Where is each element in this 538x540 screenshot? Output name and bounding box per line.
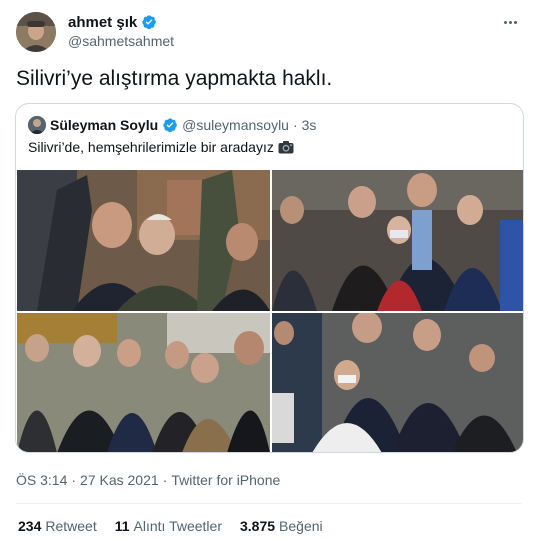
tweet: ahmet şık @sahmetsahmet Silivri’ye alışt…: [0, 0, 538, 540]
retweets-stat[interactable]: 234 Retweet: [18, 518, 97, 534]
retweets-label: Retweet: [45, 518, 97, 534]
tweet-stats: 234 Retweet 11 Alıntı Tweetler 3.875 Beğ…: [18, 518, 323, 534]
likes-label: Beğeni: [279, 518, 323, 534]
quoted-tweet-text: Silivri’de, hemşehrilerimizle bir araday…: [28, 139, 274, 155]
quoted-verified-badge-icon: [162, 117, 178, 133]
quote-tweets-count: 11: [114, 518, 130, 534]
retweets-count: 234: [18, 518, 42, 534]
quoted-photo-4[interactable]: [272, 313, 523, 452]
more-options-icon[interactable]: [500, 14, 520, 30]
quoted-handle[interactable]: @suleymansoylu: [182, 117, 289, 133]
likes-stat[interactable]: 3.875 Beğeni: [240, 518, 323, 534]
quoted-photo-2[interactable]: [272, 170, 523, 311]
quoted-author-avatar: [28, 116, 46, 134]
quoted-separator: ·: [292, 117, 298, 133]
verified-badge-icon: [141, 14, 157, 30]
quote-tweets-label: Alıntı Tweetler: [133, 518, 222, 534]
divider: [16, 503, 522, 504]
author-handle[interactable]: @sahmetsahmet: [68, 33, 174, 49]
author-display-name[interactable]: ahmet şık: [68, 14, 137, 31]
meta-separator: ·: [162, 472, 168, 488]
author-avatar[interactable]: [16, 12, 56, 52]
quoted-photo-3[interactable]: [17, 313, 270, 452]
quoted-display-name[interactable]: Süleyman Soylu: [50, 117, 158, 133]
meta-separator: ·: [71, 472, 77, 488]
tweet-date[interactable]: 27 Kas 2021: [80, 472, 159, 488]
author-name-row: ahmet şık: [68, 13, 157, 31]
quoted-photo-1[interactable]: [17, 170, 270, 311]
camera-emoji-icon: [278, 140, 294, 154]
quoted-tweet-header: Süleyman Soylu @suleymansoylu · 3s: [28, 116, 316, 134]
tweet-source[interactable]: Twitter for iPhone: [171, 472, 280, 488]
quote-tweets-stat[interactable]: 11 Alıntı Tweetler: [115, 518, 222, 534]
tweet-metadata: ÖS 3:14 · 27 Kas 2021 · Twitter for iPho…: [16, 472, 280, 488]
tweet-text: Silivri’ye alıştırma yapmakta haklı.: [16, 67, 333, 90]
quoted-tweet[interactable]: Süleyman Soylu @suleymansoylu · 3s Siliv…: [15, 103, 524, 453]
quoted-time[interactable]: 3s: [302, 117, 317, 133]
tweet-time[interactable]: ÖS 3:14: [16, 472, 67, 488]
quoted-tweet-text-row: Silivri’de, hemşehrilerimizle bir araday…: [28, 139, 294, 155]
likes-count: 3.875: [239, 518, 276, 534]
